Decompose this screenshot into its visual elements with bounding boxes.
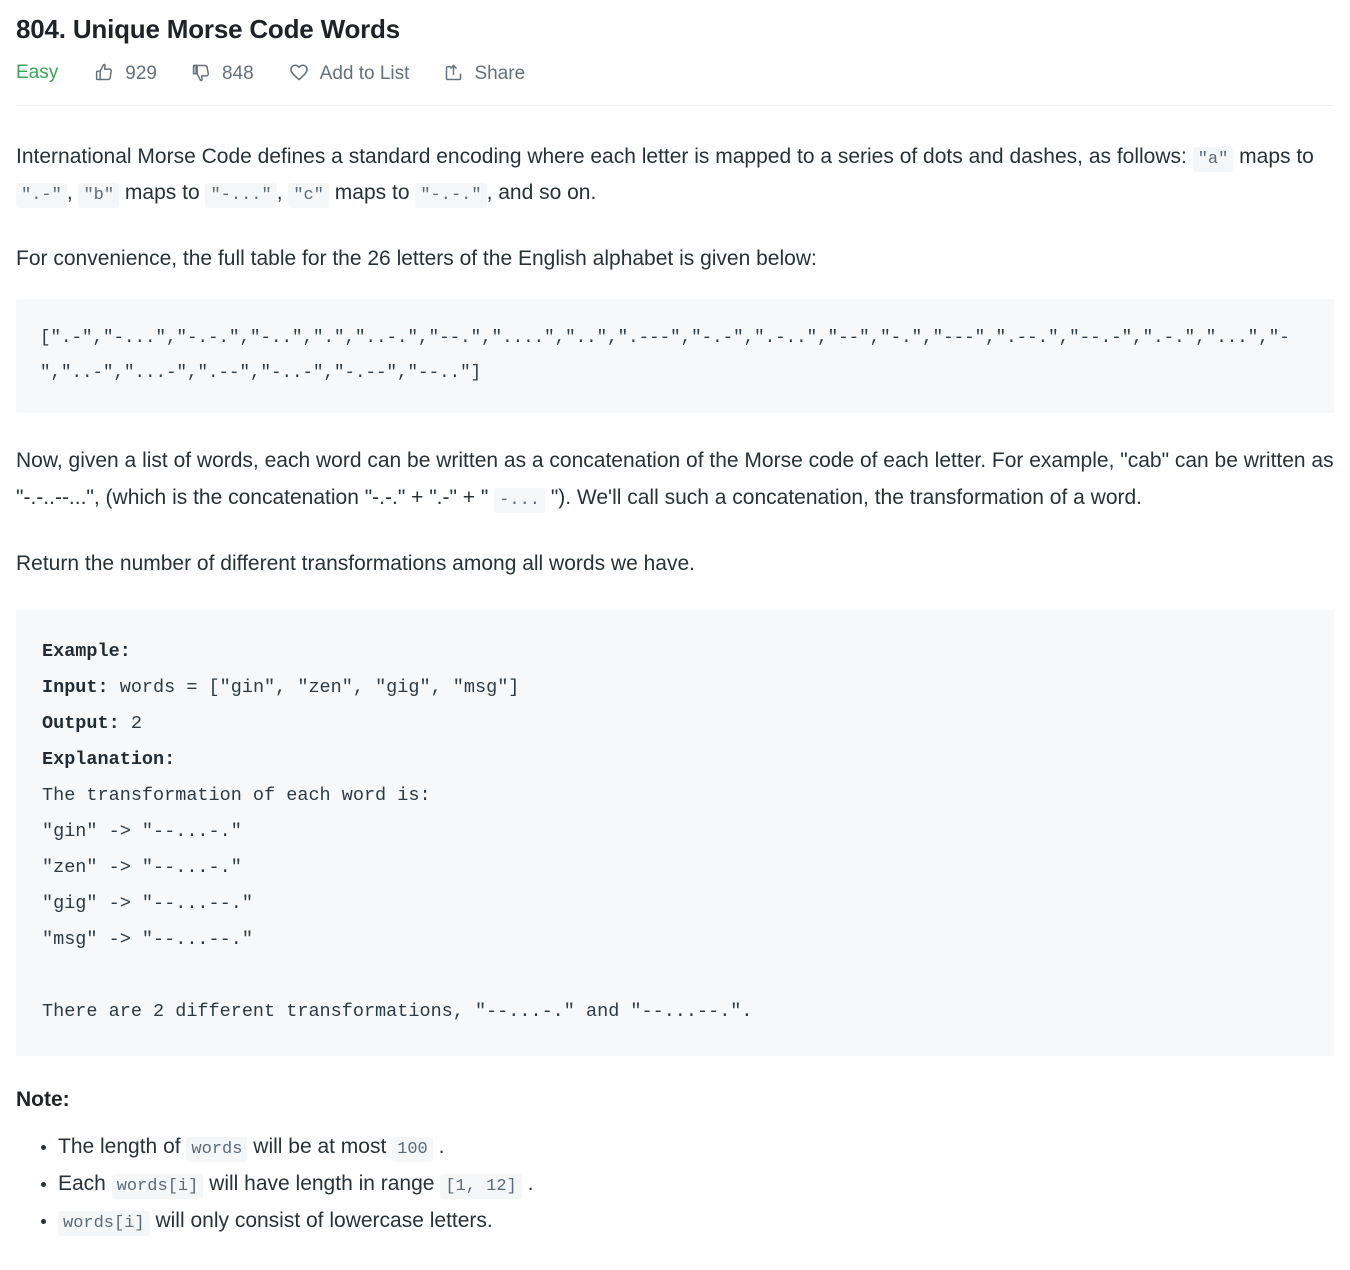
problem-description: International Morse Code defines a stand…	[0, 139, 1350, 1238]
difficulty-badge: Easy	[16, 61, 59, 83]
transformation-line-3: "msg" -> "--...--."	[42, 929, 253, 951]
note-0-mid: will be at most	[247, 1134, 393, 1158]
morse-code-table-block: [".-","-...","-.-.","-..",".","..-.","--…	[16, 299, 1334, 414]
output-value: 2	[119, 712, 142, 734]
output-label: Output:	[42, 712, 120, 734]
intro-text-c: ,	[66, 181, 79, 205]
like-button[interactable]: 929	[94, 62, 157, 83]
thumbs-down-icon	[191, 62, 212, 83]
dislike-button[interactable]: 848	[191, 62, 254, 83]
input-value: words = ["gin", "zen", "gig", "msg"]	[108, 676, 520, 698]
note-2-mid: will only consist of lowercase letters.	[149, 1208, 493, 1232]
transformation-line-1: "zen" -> "--...-."	[42, 857, 242, 879]
list-item: words[i] will only consist of lowercase …	[58, 1204, 1334, 1239]
page-title: 804. Unique Morse Code Words	[16, 14, 400, 44]
share-button[interactable]: Share	[443, 62, 525, 83]
like-count: 929	[125, 62, 157, 84]
heart-icon	[288, 61, 310, 83]
list-item: The length of words will be at most 100 …	[58, 1130, 1334, 1165]
paragraph-intro: International Morse Code defines a stand…	[16, 139, 1334, 211]
code-morse-b-inline: -...	[494, 487, 545, 513]
paragraph-transformation: Now, given a list of words, each word ca…	[16, 443, 1334, 515]
problem-page: 804. Unique Morse Code Words Easy 929 84	[0, 0, 1350, 1239]
thumbs-up-icon	[94, 62, 115, 83]
intro-text-a: International Morse Code defines a stand…	[16, 145, 1193, 169]
note-1-code2: [1, 12]	[440, 1173, 522, 1199]
code-morse-b: "-..."	[205, 183, 277, 209]
example-block: Example: Input: words = ["gin", "zen", "…	[16, 609, 1334, 1057]
note-0-post: .	[432, 1134, 445, 1158]
explanation-label: Explanation:	[42, 748, 176, 770]
code-morse-c: "-.-."	[415, 183, 487, 209]
intro-text-b: maps to	[1233, 145, 1314, 169]
note-1-post: .	[521, 1171, 534, 1195]
intro-text-g: , and so on.	[486, 181, 597, 205]
note-heading: Note:	[16, 1088, 70, 1112]
transformation-text-b: "). We'll call such a concatenation, the…	[544, 485, 1143, 509]
dislike-count: 848	[221, 62, 254, 84]
intro-text-f: maps to	[328, 181, 416, 205]
intro-text-e: ,	[276, 181, 289, 205]
header-divider	[16, 105, 1334, 107]
title-row: 804. Unique Morse Code Words	[0, 0, 1350, 47]
intro-text-d: maps to	[119, 181, 206, 205]
example-conclusion: There are 2 different transformations, "…	[42, 1001, 753, 1023]
note-0-code2: 100	[392, 1136, 433, 1162]
note-1-mid: will have length in range	[203, 1171, 441, 1195]
note-1-pre: Each	[58, 1171, 112, 1195]
code-letter-c: "c"	[288, 183, 329, 209]
example-label: Example:	[42, 640, 131, 662]
transformation-line-2: "gig" -> "--...--."	[42, 893, 253, 915]
note-0-pre: The length of	[58, 1134, 187, 1158]
paragraph-convenience: For convenience, the full table for the …	[16, 247, 817, 271]
note-list: The length of words will be at most 100 …	[16, 1130, 1334, 1239]
code-letter-a: "a"	[1192, 147, 1234, 173]
share-label: Share	[474, 62, 526, 84]
paragraph-return: Return the number of different transform…	[16, 551, 695, 575]
add-to-list-label: Add to List	[319, 62, 410, 84]
code-letter-b: "b"	[78, 183, 120, 209]
note-2-code1: words[i]	[58, 1210, 150, 1236]
note-1-code1: words[i]	[111, 1173, 204, 1199]
share-icon	[443, 62, 464, 83]
explanation-intro: The transformation of each word is:	[42, 785, 431, 806]
note-0-code1: words	[186, 1136, 248, 1162]
problem-meta-bar: Easy 929 848 Add to List Share	[0, 47, 1350, 83]
code-morse-a: ".-"	[16, 183, 67, 209]
add-to-list-button[interactable]: Add to List	[288, 61, 410, 84]
input-label: Input:	[42, 676, 109, 698]
transformation-line-0: "gin" -> "--...-."	[42, 821, 242, 843]
list-item: Each words[i] will have length in range …	[58, 1167, 1334, 1202]
